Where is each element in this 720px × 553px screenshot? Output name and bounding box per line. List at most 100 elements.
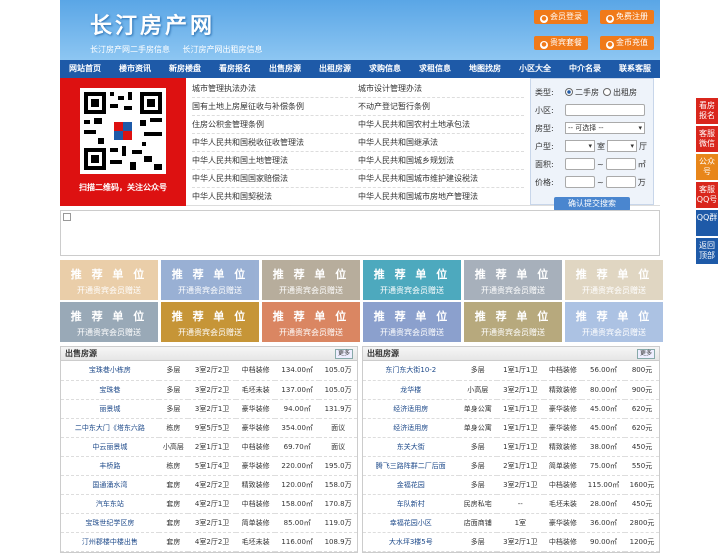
sale-more-link[interactable]: 更多 — [334, 349, 353, 359]
nav-item[interactable]: 求购信息 — [360, 60, 410, 78]
register-button[interactable]: ● 免费注册 — [600, 10, 654, 24]
vip-package-button[interactable]: ● 贵宾套餐 — [534, 36, 588, 50]
area-min-input[interactable] — [565, 158, 595, 170]
table-row[interactable]: 车队新村 民房私宅 -- 毛坯未装 28.00㎡ 450元 — [363, 494, 659, 514]
table-row[interactable]: 中云丽景城 小高层 2室1厅1卫 中档装修 69.70㎡ 面议 — [61, 437, 357, 457]
listing-name[interactable]: 汀州郡楼中楼出售 — [61, 532, 159, 552]
listing-name[interactable]: 国通涌水湾 — [61, 475, 159, 495]
policy-link[interactable]: 中华人民共和国国家赔偿法 — [192, 170, 358, 188]
nav-item[interactable]: 中介名录 — [560, 60, 610, 78]
nav-item[interactable]: 出租房源 — [310, 60, 360, 78]
table-row[interactable]: 金福花园 多层 3室2厅1卫 中档装修 115.00㎡ 1600元 — [363, 475, 659, 495]
nav-item[interactable]: 新房楼盘 — [160, 60, 210, 78]
listing-name[interactable]: 东门东大街10-2 — [363, 361, 459, 381]
radio-rent[interactable] — [603, 88, 611, 96]
policy-link[interactable]: 中华人民共和国农村土地承包法 — [358, 116, 524, 134]
policy-link[interactable]: 国有土地上房屋征收与补偿条例 — [192, 98, 358, 116]
recommend-unit[interactable]: 推 荐 单 位开通贵宾会员赠送 — [464, 302, 562, 342]
recommend-unit[interactable]: 推 荐 单 位开通贵宾会员赠送 — [161, 302, 259, 342]
policy-link[interactable]: 中华人民共和国继承法 — [358, 134, 524, 152]
listing-name[interactable]: 龙华楼 — [363, 380, 459, 400]
recommend-unit[interactable]: 推 荐 单 位开通贵宾会员赠送 — [60, 260, 158, 300]
listing-name[interactable]: 车队新村 — [363, 494, 459, 514]
recommend-unit[interactable]: 推 荐 单 位开通贵宾会员赠送 — [363, 260, 461, 300]
price-min-input[interactable] — [565, 176, 595, 188]
community-input[interactable] — [565, 104, 645, 116]
listing-name[interactable]: 中云丽景城 — [61, 437, 159, 457]
sidebar-button[interactable]: 公众号 — [696, 154, 718, 180]
nav-item[interactable]: 求租信息 — [410, 60, 460, 78]
banner-ad[interactable] — [60, 210, 660, 256]
recommend-unit[interactable]: 推 荐 单 位开通贵宾会员赠送 — [565, 260, 663, 300]
policy-link[interactable]: 中华人民共和国城市维护建设税法 — [358, 170, 524, 188]
table-row[interactable]: 东关大街 多层 1室1厅1卫 精致装修 38.00㎡ 450元 — [363, 437, 659, 457]
table-row[interactable]: 二中东大门《塔东六路 栋房 9室5厅5卫 豪华装修 354.00㎡ 面议 — [61, 418, 357, 438]
nav-item[interactable]: 地图找房 — [460, 60, 510, 78]
table-row[interactable]: 经济适用房 单身公寓 1室1厅1卫 豪华装修 45.00㎡ 620元 — [363, 399, 659, 419]
listing-name[interactable]: 宝珠巷小栋房 — [61, 361, 159, 381]
listing-name[interactable]: 经济适用房 — [363, 399, 459, 419]
listing-name[interactable]: 金福花园 — [363, 475, 459, 495]
listing-name[interactable]: 腾飞三路阵群二厂后面 — [363, 456, 459, 476]
table-row[interactable]: 宝珠巷 多层 3室2厅2卫 毛坯未装 137.00㎡ 105.0万 — [61, 380, 357, 400]
subtitle-rent[interactable]: 长汀房产网出租房信息 — [183, 45, 263, 54]
sidebar-button[interactable]: 返回顶部 — [696, 238, 718, 264]
listing-name[interactable]: 大水坪3楼5号 — [363, 532, 459, 552]
house-type-select[interactable]: -- 可选择 -- — [565, 122, 645, 134]
radio-secondhand[interactable] — [565, 88, 573, 96]
policy-link[interactable]: 中华人民共和国契税法 — [192, 188, 358, 206]
listing-name[interactable]: 二中东大门《塔东六路 — [61, 418, 159, 438]
recommend-unit[interactable]: 推 荐 单 位开通贵宾会员赠送 — [262, 260, 360, 300]
policy-link[interactable]: 中华人民共和国土地管理法 — [192, 152, 358, 170]
listing-name[interactable]: 东关大街 — [363, 437, 459, 457]
table-row[interactable]: 大水坪3楼5号 多层 3室2厅1卫 中档装修 90.00㎡ 1200元 — [363, 532, 659, 552]
rent-more-link[interactable]: 更多 — [636, 349, 655, 359]
nav-item[interactable]: 楼市资讯 — [110, 60, 160, 78]
subtitle-sale[interactable]: 长汀房产网二手房信息 — [90, 45, 170, 54]
nav-item[interactable]: 小区大全 — [510, 60, 560, 78]
policy-link[interactable]: 城市设计管理办法 — [358, 80, 524, 98]
listing-name[interactable]: 经济适用房 — [363, 418, 459, 438]
table-row[interactable]: 汽车东站 套房 4室2厅1卫 中档装修 158.00㎡ 170.8万 — [61, 494, 357, 514]
site-logo-title[interactable]: 长汀房产网 — [90, 8, 215, 40]
listing-name[interactable]: 丰桥路 — [61, 456, 159, 476]
table-row[interactable]: 龙华楼 小高层 3室2厅1卫 精致装修 80.00㎡ 900元 — [363, 380, 659, 400]
table-row[interactable]: 丰桥路 栋房 5室1厅4卫 豪华装修 220.00㎡ 195.0万 — [61, 456, 357, 476]
policy-link[interactable]: 中华人民共和国城市房地产管理法 — [358, 188, 524, 206]
listing-name[interactable]: 幸福花园小区 — [363, 513, 459, 533]
table-row[interactable]: 汀州郡楼中楼出售 套房 4室2厅2卫 毛坯未装 116.00㎡ 108.9万 — [61, 532, 357, 552]
policy-link[interactable]: 住房公积金管理条例 — [192, 116, 358, 134]
area-max-input[interactable] — [605, 158, 636, 170]
listing-name[interactable]: 汽车东站 — [61, 494, 159, 514]
recommend-unit[interactable]: 推 荐 单 位开通贵宾会员赠送 — [262, 302, 360, 342]
search-submit-button[interactable]: 确认提交搜索 — [554, 197, 630, 211]
room-select[interactable] — [565, 140, 595, 152]
listing-name[interactable]: 丽景城 — [61, 399, 159, 419]
policy-link[interactable]: 中华人民共和国税收征收管理法 — [192, 134, 358, 152]
recharge-button[interactable]: ● 金币充值 — [600, 36, 654, 50]
login-button[interactable]: ● 会员登录 — [534, 10, 588, 24]
sidebar-button[interactable]: 客服QQ号 — [696, 182, 718, 208]
nav-item[interactable]: 看房报名 — [210, 60, 260, 78]
nav-item[interactable]: 网站首页 — [60, 60, 110, 78]
listing-name[interactable]: 宝珠巷 — [61, 380, 159, 400]
table-row[interactable]: 腾飞三路阵群二厂后面 多层 2室1厅1卫 简单装修 75.00㎡ 550元 — [363, 456, 659, 476]
sidebar-button[interactable]: 客服微信 — [696, 126, 718, 152]
sidebar-button[interactable]: 看房报名 — [696, 98, 718, 124]
hall-select[interactable] — [607, 140, 637, 152]
recommend-unit[interactable]: 推 荐 单 位开通贵宾会员赠送 — [161, 260, 259, 300]
table-row[interactable]: 经济适用房 单身公寓 1室1厅1卫 豪华装修 45.00㎡ 620元 — [363, 418, 659, 438]
recommend-unit[interactable]: 推 荐 单 位开通贵宾会员赠送 — [464, 260, 562, 300]
nav-item[interactable]: 联系客服 — [610, 60, 660, 78]
table-row[interactable]: 宝珠世纪学区房 套房 3室2厅1卫 简单装修 85.00㎡ 119.0万 — [61, 513, 357, 533]
sidebar-button[interactable]: QQ群 — [696, 210, 718, 236]
recommend-unit[interactable]: 推 荐 单 位开通贵宾会员赠送 — [565, 302, 663, 342]
nav-item[interactable]: 出售房源 — [260, 60, 310, 78]
table-row[interactable]: 东门东大街10-2 多层 1室1厅1卫 中档装修 56.00㎡ 800元 — [363, 361, 659, 381]
price-max-input[interactable] — [605, 176, 636, 188]
table-row[interactable]: 丽景城 多层 3室2厅1卫 豪华装修 94.00㎡ 131.9万 — [61, 399, 357, 419]
listing-name[interactable]: 宝珠世纪学区房 — [61, 513, 159, 533]
policy-link[interactable]: 不动产登记暂行条例 — [358, 98, 524, 116]
recommend-unit[interactable]: 推 荐 单 位开通贵宾会员赠送 — [363, 302, 461, 342]
policy-link[interactable]: 城市管理执法办法 — [192, 80, 358, 98]
